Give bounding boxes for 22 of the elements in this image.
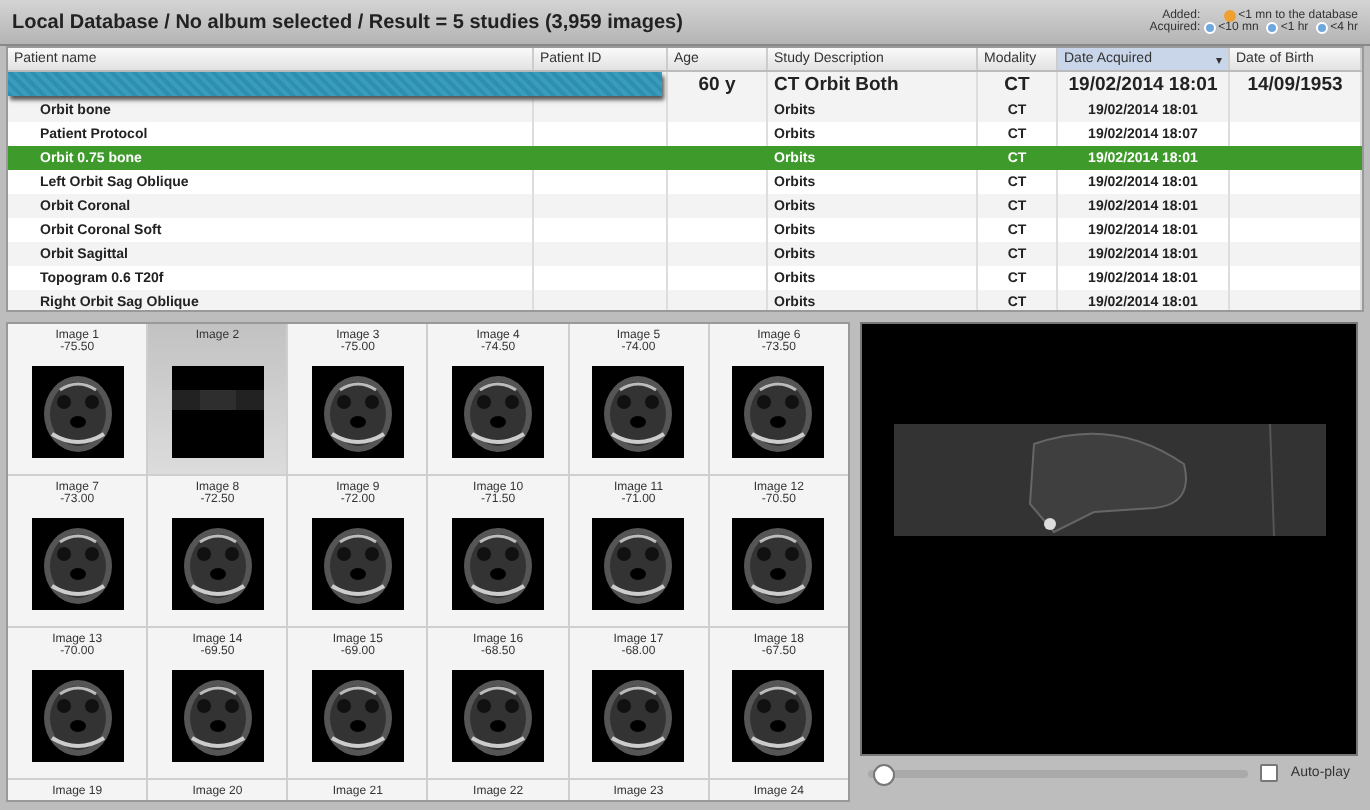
ct-scan-thumbnail (311, 366, 404, 458)
ct-scan-thumbnail (311, 670, 404, 762)
ct-scan-thumbnail (31, 366, 124, 458)
ct-scan-thumbnail (452, 366, 545, 458)
ct-scan-thumbnail (732, 670, 825, 762)
scout-image-thumbnail (171, 366, 264, 458)
selected-row-cell[interactable] (1230, 146, 1362, 170)
ct-scan-thumbnail (171, 518, 264, 610)
ct-scan-thumbnail (592, 366, 685, 458)
ct-scan-thumbnail (452, 670, 545, 762)
ct-scan-thumbnail (171, 670, 264, 762)
database-title: Local Database / No album selected / Result = 5 studies (3,959 images) (12, 11, 683, 33)
ct-scan-thumbnail (592, 670, 685, 762)
ct-scan-thumbnail (31, 518, 124, 610)
ct-scan-thumbnail (452, 518, 545, 610)
ct-scan-thumbnail (732, 366, 825, 458)
ct-scan-thumbnail (31, 670, 124, 762)
ct-scan-thumbnail (311, 518, 404, 610)
ct-scan-thumbnail (732, 518, 825, 610)
slider-thumb[interactable] (872, 763, 895, 785)
autoplay-checkbox[interactable] (1260, 764, 1279, 782)
ct-scan-thumbnail (592, 518, 685, 610)
